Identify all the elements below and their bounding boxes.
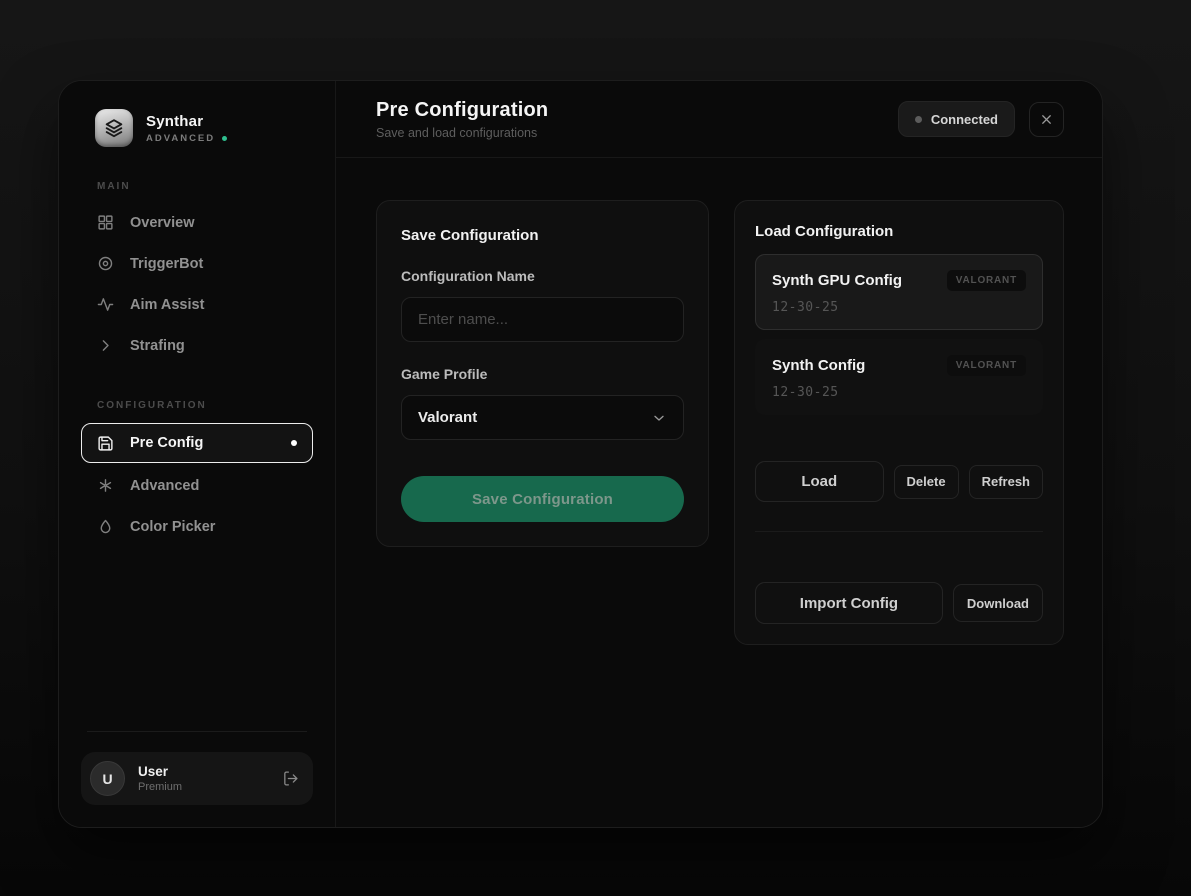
config-list-item[interactable]: Synth Config VALORANT 12-30-25 [755,339,1043,415]
sidebar-item-label: TriggerBot [130,256,203,272]
page-subtitle: Save and load configurations [376,126,548,140]
sidebar: Synthar ADVANCED MAIN Overview [59,81,336,827]
layers-icon [95,109,133,147]
config-name: Synth Config [772,357,865,374]
active-indicator-dot [291,440,297,446]
user-name: User [138,764,182,779]
sidebar-item-label: Aim Assist [130,297,204,313]
activity-icon [97,296,114,313]
chevron-down-icon [651,410,667,426]
load-button[interactable]: Load [755,461,884,502]
sparkle-icon [97,477,114,494]
sidebar-item-label: Advanced [130,478,199,494]
droplet-icon [97,518,114,535]
sidebar-divider [87,731,307,732]
main-panel: Pre Configuration Save and load configur… [336,81,1103,827]
load-panel-divider [755,531,1043,532]
sidebar-item-aim-assist[interactable]: Aim Assist [81,284,313,325]
sidebar-item-label: Pre Config [130,435,203,451]
sidebar-item-overview[interactable]: Overview [81,202,313,243]
user-card[interactable]: U User Premium [81,752,313,805]
load-configuration-panel: Load Configuration Synth GPU Config VALO… [734,200,1064,645]
game-profile-label: Game Profile [401,366,684,382]
chevron-right-icon [97,337,114,354]
content-area: Save Configuration Configuration Name Ga… [336,158,1103,687]
brand-tier: ADVANCED [146,133,215,144]
section-label-configuration: CONFIGURATION [97,400,313,411]
save-panel-title: Save Configuration [401,227,684,244]
configuration-name-label: Configuration Name [401,268,684,284]
tier-status-dot [222,136,227,141]
import-config-button[interactable]: Import Config [755,582,943,624]
status-text: Connected [931,112,998,127]
connection-status-badge: Connected [898,101,1015,137]
delete-button[interactable]: Delete [894,465,959,499]
save-configuration-button[interactable]: Save Configuration [401,476,684,522]
app-window: Synthar ADVANCED MAIN Overview [58,80,1103,828]
config-list-item[interactable]: Synth GPU Config VALORANT 12-30-25 [755,254,1043,330]
config-name: Synth GPU Config [772,272,902,289]
save-configuration-panel: Save Configuration Configuration Name Ga… [376,200,709,547]
config-date: 12-30-25 [772,385,1026,400]
sidebar-item-strafing[interactable]: Strafing [81,325,313,366]
page-title: Pre Configuration [376,99,548,122]
section-label-main: MAIN [97,181,313,192]
user-plan-badge: Premium [138,781,182,793]
avatar: U [90,761,125,796]
game-profile-value: Valorant [418,409,477,426]
sidebar-item-label: Color Picker [130,519,215,535]
logout-icon[interactable] [282,770,299,787]
game-badge: VALORANT [947,270,1026,291]
brand: Synthar ADVANCED [95,109,313,147]
target-icon [97,255,114,272]
load-panel-title: Load Configuration [755,223,1043,240]
sidebar-item-pre-config[interactable]: Pre Config [81,423,313,463]
save-icon [97,435,114,452]
configuration-name-input[interactable] [401,297,684,342]
refresh-button[interactable]: Refresh [969,465,1043,499]
game-profile-select[interactable]: Valorant [401,395,684,440]
main-header: Pre Configuration Save and load configur… [336,81,1103,158]
close-button[interactable] [1029,102,1064,137]
grid-icon [97,214,114,231]
sidebar-item-label: Overview [130,215,195,231]
sidebar-item-triggerbot[interactable]: TriggerBot [81,243,313,284]
config-date: 12-30-25 [772,300,1026,315]
sidebar-item-advanced[interactable]: Advanced [81,465,313,506]
sidebar-item-label: Strafing [130,338,185,354]
status-dot [915,116,922,123]
game-badge: VALORANT [947,355,1026,376]
brand-name: Synthar [146,113,227,130]
download-button[interactable]: Download [953,584,1043,622]
close-icon [1039,112,1054,127]
sidebar-item-color-picker[interactable]: Color Picker [81,506,313,547]
